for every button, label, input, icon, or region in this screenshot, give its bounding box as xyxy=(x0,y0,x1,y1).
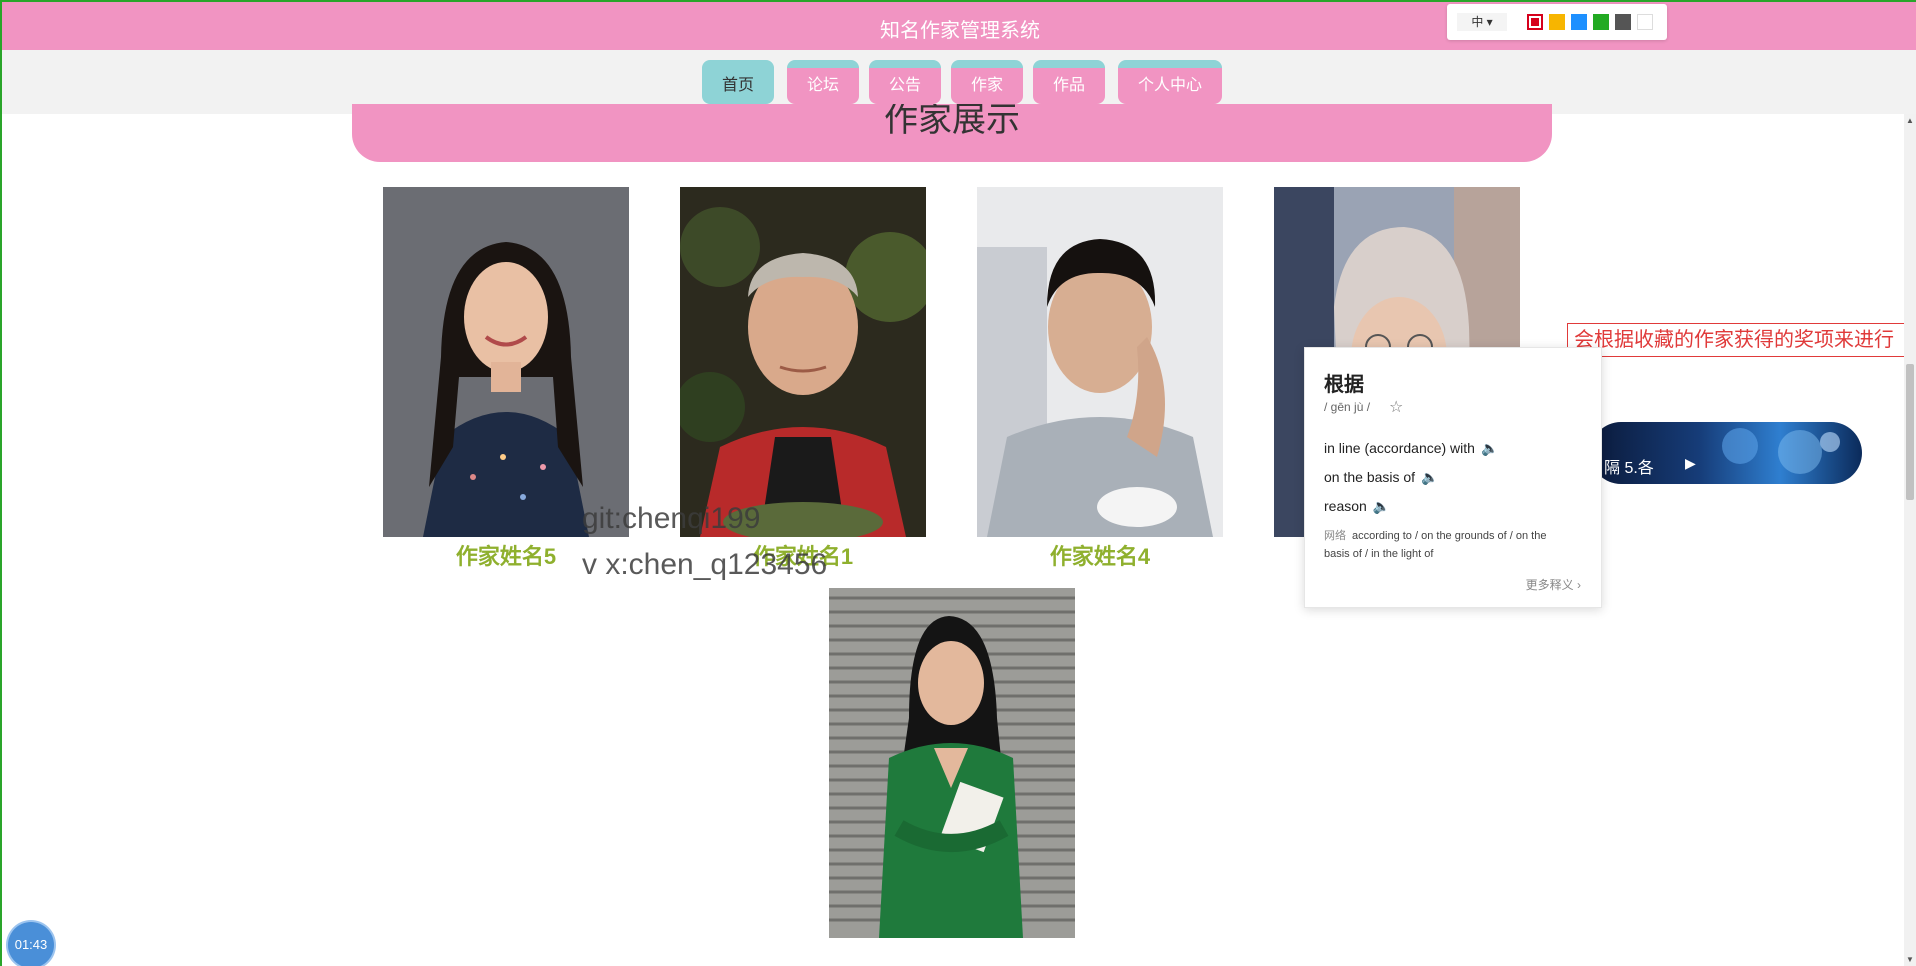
portrait-image xyxy=(383,187,629,537)
scroll-up-arrow-icon[interactable]: ▲ xyxy=(1906,116,1914,125)
recording-timer: 01:43 xyxy=(8,922,54,966)
play-icon[interactable]: ▶ xyxy=(1685,455,1696,472)
section-header: 作家展示 xyxy=(352,104,1552,162)
star-icon[interactable]: ☆ xyxy=(1389,397,1403,417)
scroll-down-arrow-icon[interactable]: ▼ xyxy=(1906,955,1914,964)
web-text: according to / on the grounds of / on th… xyxy=(1324,530,1547,560)
writer-photo-3[interactable] xyxy=(977,187,1223,537)
dictionary-word: 根据 xyxy=(1324,374,1364,396)
language-select[interactable]: 中 ▾ xyxy=(1457,13,1507,31)
nav-home[interactable]: 首页 xyxy=(702,60,774,104)
definition-text: reason xyxy=(1324,498,1367,514)
color-swatch-green[interactable] xyxy=(1593,14,1609,30)
nav-profile[interactable]: 个人中心 xyxy=(1118,60,1222,104)
nav-writers[interactable]: 作家 xyxy=(951,60,1023,104)
color-swatch-blue[interactable] xyxy=(1571,14,1587,30)
dictionary-popup: 根据 / gēn jù / ☆ in line (accordance) wit… xyxy=(1304,347,1602,608)
page-scrollbar[interactable]: ▲ ▼ xyxy=(1904,114,1916,966)
nav-forum[interactable]: 论坛 xyxy=(787,60,859,104)
web-label: 网络 xyxy=(1324,530,1346,542)
selected-text-highlight[interactable]: 会根据收藏的作家获得的奖项来进行 xyxy=(1567,323,1912,357)
speaker-icon[interactable]: 🔈 xyxy=(1373,498,1390,514)
dictionary-definition-3: reason 🔈 xyxy=(1324,498,1390,515)
portrait-image xyxy=(977,187,1223,537)
speaker-icon[interactable]: 🔈 xyxy=(1421,469,1438,485)
music-player-widget[interactable]: 隔 5.各 ▶ xyxy=(1590,422,1862,484)
portrait-image xyxy=(829,588,1075,938)
writer-photo-1[interactable] xyxy=(383,187,629,537)
nav-announcements[interactable]: 公告 xyxy=(869,60,941,104)
speaker-icon[interactable]: 🔈 xyxy=(1481,440,1498,456)
dictionary-definition-1: in line (accordance) with 🔈 xyxy=(1324,440,1498,457)
scroll-thumb[interactable] xyxy=(1906,364,1914,500)
color-swatch-red[interactable] xyxy=(1527,14,1543,30)
writer-photo-5[interactable] xyxy=(829,588,1075,938)
dictionary-definition-2: on the basis of 🔈 xyxy=(1324,469,1439,486)
definition-text: in line (accordance) with xyxy=(1324,440,1475,456)
writer-photo-2[interactable] xyxy=(680,187,926,537)
nav-works[interactable]: 作品 xyxy=(1033,60,1105,104)
watermark-line-1: git:chenqi199 xyxy=(582,502,761,535)
player-track-text: 隔 5.各 xyxy=(1604,460,1654,477)
portrait-image xyxy=(680,187,926,537)
section-title: 作家展示 xyxy=(884,104,1020,139)
definition-text: on the basis of xyxy=(1324,469,1416,485)
accessibility-toolbox: 中 ▾ xyxy=(1447,4,1667,40)
color-swatch-gray[interactable] xyxy=(1615,14,1631,30)
dictionary-web-definitions: 网络 according to / on the grounds of / on … xyxy=(1324,527,1554,563)
dictionary-pinyin: / gēn jù / xyxy=(1324,400,1371,414)
more-definitions-link[interactable]: 更多释义 › xyxy=(1526,576,1581,593)
color-swatch-yellow[interactable] xyxy=(1549,14,1565,30)
window-edge xyxy=(0,0,2,966)
watermark-line-2: v x:chen_q123456 xyxy=(582,548,828,581)
color-swatch-white[interactable] xyxy=(1637,14,1653,30)
writer-name-3[interactable]: 作家姓名4 xyxy=(977,539,1223,571)
